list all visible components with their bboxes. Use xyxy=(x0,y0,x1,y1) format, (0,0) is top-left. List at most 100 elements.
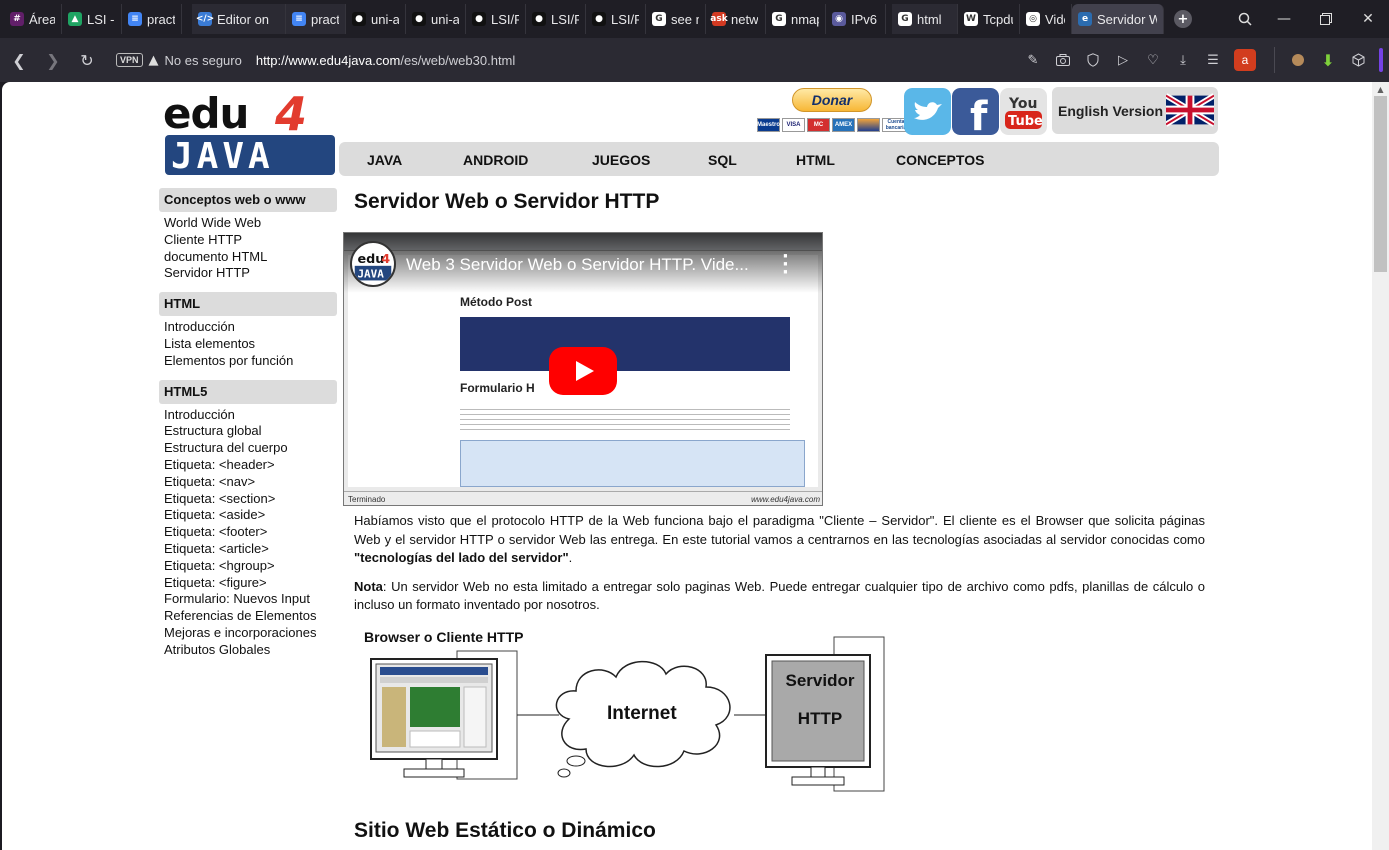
github-icon: ● xyxy=(532,12,546,26)
video-title[interactable]: Web 3 Servidor Web o Servidor HTTP. Vide… xyxy=(406,255,749,275)
menu-icon[interactable]: ☰ xyxy=(1198,43,1228,77)
browser-tab[interactable]: ≡ practi xyxy=(286,4,346,34)
sidebar-link[interactable]: Etiqueta: <header> xyxy=(164,457,337,474)
new-tab-button[interactable]: + xyxy=(1168,4,1198,34)
cube-icon[interactable] xyxy=(1343,43,1373,77)
reload-button[interactable]: ↻ xyxy=(70,43,104,77)
channel-logo[interactable]: edu 4 JAVA xyxy=(350,241,396,287)
sidebar-link[interactable]: World Wide Web xyxy=(164,215,337,232)
edit-icon[interactable]: ✎ xyxy=(1018,43,1048,77)
discover-card-icon xyxy=(857,118,880,132)
sidebar-link[interactable]: Introducción xyxy=(164,407,337,424)
sidebar-link[interactable]: Introducción xyxy=(164,319,337,336)
browser-tab[interactable]: W Tcpdu xyxy=(958,4,1020,34)
url-field[interactable]: http://www.edu4java.com/es/web/web30.htm… xyxy=(256,53,515,68)
maximize-button[interactable] xyxy=(1305,0,1347,38)
tab-label: netw xyxy=(731,11,759,27)
mastercard-icon: MC xyxy=(807,118,830,132)
sidebar-link[interactable]: Formulario: Nuevos Input xyxy=(164,591,337,608)
sidebar-link[interactable]: Etiqueta: <article> xyxy=(164,541,337,558)
sidebar-link[interactable]: Elementos por función xyxy=(164,353,337,370)
sidebar-link[interactable]: Etiqueta: <figure> xyxy=(164,575,337,592)
donate-button[interactable]: Donar xyxy=(792,88,872,112)
browser-tab[interactable]: ▲ LSI - C xyxy=(62,4,122,34)
video-status-bar: Terminado www.edu4java.com xyxy=(344,491,822,505)
url-domain: http://www.edu4java.com xyxy=(255,52,401,68)
payment-cards: Maestro VISA MC AMEX Cuenta bancaria xyxy=(757,118,910,132)
sidebar-link[interactable]: documento HTML xyxy=(164,249,337,266)
sidebar-link[interactable]: Servidor HTTP xyxy=(164,265,337,282)
back-button[interactable]: ❮ xyxy=(2,43,36,77)
sidebar-link[interactable]: Etiqueta: <aside> xyxy=(164,507,337,524)
scrollbar-thumb[interactable] xyxy=(1374,96,1387,272)
sidebar-link[interactable]: Mejoras e incorporaciones xyxy=(164,625,337,642)
facebook-icon[interactable]: f xyxy=(952,88,999,135)
forward-button[interactable]: ❯ xyxy=(36,43,70,77)
browser-tab[interactable]: Gnmap xyxy=(766,4,826,34)
menu-html[interactable]: HTML xyxy=(796,152,835,168)
browser-tab[interactable]: ≡ practi xyxy=(122,4,182,34)
browser-tab[interactable]: Ghtml xyxy=(892,4,958,34)
menu-android[interactable]: ANDROID xyxy=(463,152,528,168)
intro-text: Habíamos visto que el protocolo HTTP de … xyxy=(354,513,1205,547)
menu-sql[interactable]: SQL xyxy=(708,152,737,168)
note-label: Nota xyxy=(354,578,383,594)
sidebar-link[interactable]: Etiqueta: <section> xyxy=(164,491,337,508)
edu4java-logo[interactable]: edu 4 JAVA xyxy=(163,90,339,176)
shield-icon[interactable] xyxy=(1078,43,1108,77)
sidebar-link[interactable]: Etiqueta: <footer> xyxy=(164,524,337,541)
sidebar-link[interactable]: Lista elementos xyxy=(164,336,337,353)
sidebar-link[interactable]: Estructura global xyxy=(164,423,337,440)
browser-tab[interactable]: ● LSI/P xyxy=(586,4,646,34)
minimize-button[interactable]: — xyxy=(1263,0,1305,38)
tab-label: Editor on xyxy=(217,11,270,27)
browser-tab[interactable]: ● uni-a xyxy=(406,4,466,34)
browser-tab[interactable]: ask netw xyxy=(706,4,766,34)
svg-text:edu: edu xyxy=(163,90,248,138)
svg-text:JAVA: JAVA xyxy=(171,136,274,176)
download-icon[interactable]: ⤓ xyxy=(1168,43,1198,77)
browser-tab[interactable]: Gsee n xyxy=(646,4,706,34)
sidebar-link[interactable]: Referencias de Elementos xyxy=(164,608,337,625)
search-tabs-icon[interactable] xyxy=(1227,0,1263,38)
extension-avatar-icon[interactable]: a xyxy=(1234,49,1256,71)
download-arrow-icon[interactable]: ⬇ xyxy=(1313,43,1343,77)
tab-label: LSI/P xyxy=(611,11,639,27)
twitter-icon[interactable] xyxy=(904,88,951,135)
heart-icon[interactable]: ♡ xyxy=(1138,43,1168,77)
sidebar-link[interactable]: Cliente HTTP xyxy=(164,232,337,249)
close-window-button[interactable]: ✕ xyxy=(1347,0,1389,38)
youtube-icon[interactable]: You Tube xyxy=(1000,88,1047,135)
more-options-icon[interactable]: · · · xyxy=(782,248,789,282)
browser-tab[interactable]: ● LSI/P xyxy=(466,4,526,34)
warning-icon[interactable]: ▲ xyxy=(149,53,159,68)
browser-tab[interactable]: ● uni-a xyxy=(346,4,406,34)
sidebar-link[interactable]: Etiqueta: <nav> xyxy=(164,474,337,491)
cookie-icon[interactable] xyxy=(1283,43,1313,77)
note-text: : Un servidor Web no esta limitado a ent… xyxy=(354,578,1205,613)
scroll-up-icon[interactable]: ▲ xyxy=(1372,82,1389,96)
menu-juegos[interactable]: JUEGOS xyxy=(592,152,650,168)
page-scrollbar[interactable]: ▲ xyxy=(1372,82,1389,850)
vpn-badge[interactable]: VPN xyxy=(116,53,143,67)
browser-tab[interactable]: ● LSI/P xyxy=(526,4,586,34)
browser-tab[interactable]: e Servidor W xyxy=(1072,4,1164,34)
video-player[interactable]: Método Post Formulario H edu 4 JAVA Web … xyxy=(343,232,823,506)
play-button-icon[interactable] xyxy=(549,347,617,395)
browser-tab[interactable]: ◉ IPv6 xyxy=(826,4,886,34)
english-version-link[interactable]: English Version xyxy=(1052,87,1218,134)
sidebar-link[interactable]: Etiqueta: <hgroup> xyxy=(164,558,337,575)
security-status[interactable]: No es seguro xyxy=(165,53,242,68)
sidebar-link[interactable]: Atributos Globales xyxy=(164,642,337,659)
browser-tab[interactable]: ◎ Video xyxy=(1020,4,1072,34)
send-icon[interactable]: ▷ xyxy=(1108,43,1138,77)
sidebar-link[interactable]: Estructura del cuerpo xyxy=(164,440,337,457)
github-icon: ● xyxy=(472,12,486,26)
video-selected-text xyxy=(460,317,790,371)
menu-java[interactable]: JAVA xyxy=(367,152,402,168)
camera-icon[interactable] xyxy=(1048,43,1078,77)
browser-tab[interactable]: </> Editor on xyxy=(192,4,286,34)
tab-label: IPv6 xyxy=(851,11,878,27)
menu-conceptos[interactable]: CONCEPTOS xyxy=(896,152,984,168)
browser-tab[interactable]: # Área p xyxy=(4,4,62,34)
